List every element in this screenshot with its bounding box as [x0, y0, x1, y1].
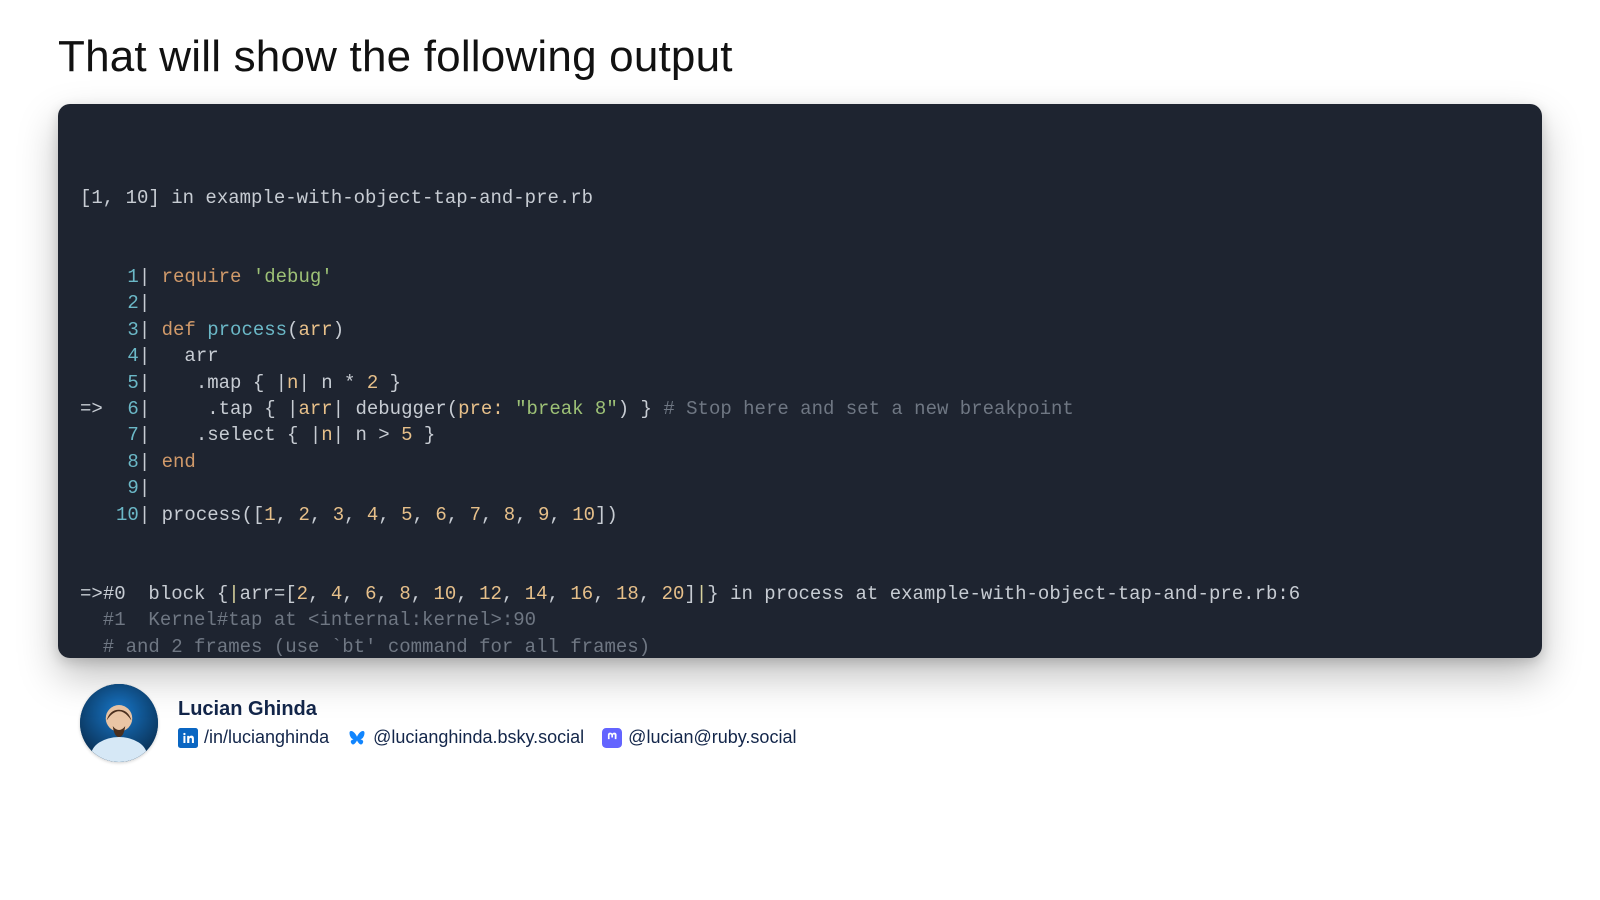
stack-line: #1 Kernel#tap at <internal:kernel>:90 [58, 607, 1542, 633]
bluesky-handle: @lucianghinda.bsky.social [373, 727, 584, 748]
slide-footer: Lucian Ghinda /in/lucianghinda @luciangh… [58, 684, 1542, 762]
social-bluesky[interactable]: @lucianghinda.bsky.social [347, 727, 584, 748]
code-line: 4| arr [58, 343, 1542, 369]
social-linkedin[interactable]: /in/lucianghinda [178, 727, 329, 748]
slide: That will show the following output [1, … [0, 0, 1600, 900]
social-mastodon[interactable]: @lucian@ruby.social [602, 727, 796, 748]
author-socials: /in/lucianghinda @lucianghinda.bsky.soci… [178, 727, 796, 748]
code-line: 8| end [58, 449, 1542, 475]
linkedin-icon [178, 728, 198, 748]
author-name: Lucian Ghinda [178, 698, 796, 721]
stack-line: # and 2 frames (use `bt' command for all… [58, 634, 1542, 658]
author-info-column: Lucian Ghinda /in/lucianghinda @luciangh… [178, 698, 796, 748]
linkedin-handle: /in/lucianghinda [204, 727, 329, 748]
code-line: 7| .select { |n| n > 5 } [58, 422, 1542, 448]
code-line: 1| require 'debug' [58, 264, 1542, 290]
code-line: 2| [58, 290, 1542, 316]
mastodon-handle: @lucian@ruby.social [628, 727, 796, 748]
code-header: [1, 10] in example-with-object-tap-and-p… [58, 185, 1542, 211]
code-stack-lines: =>#0 block {|arr=[2, 4, 6, 8, 10, 12, 14… [58, 581, 1542, 658]
code-line: 10| process([1, 2, 3, 4, 5, 6, 7, 8, 9, … [58, 502, 1542, 528]
bluesky-icon [347, 728, 367, 748]
code-block: [1, 10] in example-with-object-tap-and-p… [58, 104, 1542, 658]
code-line: 9| [58, 475, 1542, 501]
code-line: 3| def process(arr) [58, 317, 1542, 343]
mastodon-icon [602, 728, 622, 748]
stack-line: =>#0 block {|arr=[2, 4, 6, 8, 10, 12, 14… [58, 581, 1542, 607]
slide-title: That will show the following output [58, 32, 1542, 82]
code-line: 5| .map { |n| n * 2 } [58, 370, 1542, 396]
code-source-lines: 1| require 'debug' 2| 3| def process(arr… [58, 264, 1542, 528]
code-line: => 6| .tap { |arr| debugger(pre: "break … [58, 396, 1542, 422]
author-avatar [80, 684, 158, 762]
